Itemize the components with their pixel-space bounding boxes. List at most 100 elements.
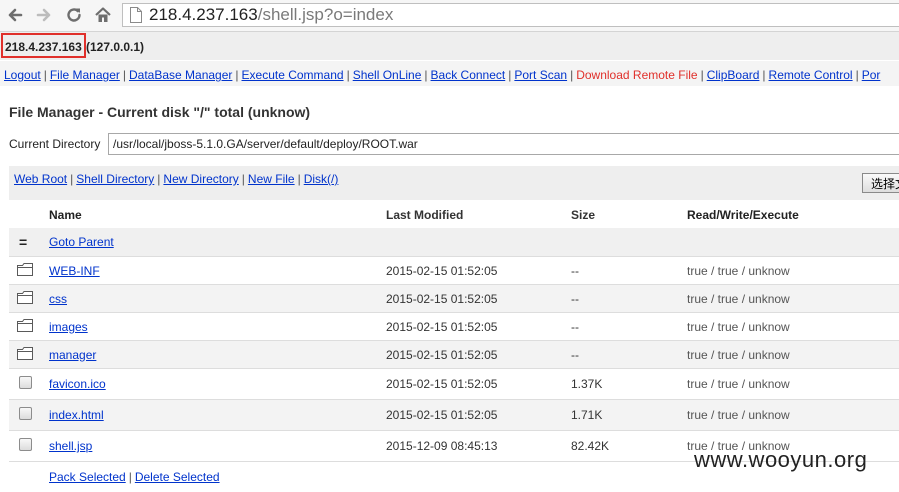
folder-icon [17,318,33,335]
last-modified: 2015-02-15 01:52:05 [386,319,498,334]
dir-name-link[interactable]: images [49,320,88,334]
menu-items: Logout | File Manager | DataBase Manager | Exe… [4,68,880,82]
back-button[interactable] [4,4,26,26]
size: -- [571,263,579,278]
menu-item-database-manager[interactable]: DataBase Manager [129,68,232,82]
url-path: /shell.jsp?o=index [257,5,394,24]
tool-link-disk[interactable]: Disk(/) [304,172,339,186]
menu-separator: | [700,68,704,82]
home-button[interactable] [92,4,114,26]
file-name-link[interactable]: index.html [49,408,104,422]
browser-toolbar: 218.4.237.163/shell.jsp?o=index [0,0,899,32]
size: -- [571,319,579,334]
url-host: 218.4.237.163 [149,5,258,24]
menu-separator: | [235,68,239,82]
select-checkbox[interactable] [19,407,32,423]
page-icon [130,7,142,23]
menu-item-remote-control[interactable]: Remote Control [769,68,853,82]
server-info-bar: 218.4.237.163 (127.0.0.1) [0,32,899,60]
permissions: true / true / unknow [687,319,790,334]
last-modified: 2015-02-15 01:52:05 [386,291,498,306]
last-modified: 2015-12-09 08:45:13 [386,439,498,453]
column-size-header: Size [571,207,596,222]
separator: | [128,470,132,484]
last-modified: 2015-02-15 01:52:05 [386,263,498,278]
menu-item-port-scan[interactable]: Port Scan [514,68,567,82]
local-ip: (127.0.0.1) [86,40,145,54]
goto-parent-row[interactable]: = Goto Parent [9,228,899,257]
permissions: true / true / unknow [687,263,790,278]
menu-separator: | [570,68,574,82]
menu-separator: | [762,68,766,82]
menu-item-shell-online[interactable]: Shell OnLine [353,68,422,82]
tool-link-new-directory[interactable]: New Directory [163,172,238,186]
menu-separator: | [346,68,350,82]
watermark: www.wooyun.org [694,447,868,472]
file-row: favicon.ico 2015-02-15 01:52:05 1.37K true … [9,369,899,400]
menu-item-download-remote-file[interactable]: Download Remote File [576,68,697,82]
current-directory-input[interactable] [108,133,899,155]
tool-link-new-file[interactable]: New File [248,172,295,186]
reload-button[interactable] [63,4,85,26]
home-icon [95,7,111,22]
menu-item-file-manager[interactable]: File Manager [50,68,120,82]
column-name-header: Name [49,207,82,222]
menu-separator: | [508,68,512,82]
arrow-right-icon [36,8,51,22]
select-checkbox[interactable] [19,438,32,454]
address-bar[interactable]: 218.4.237.163/shell.jsp?o=index [122,3,899,27]
arrow-left-icon [8,8,23,22]
menu-item-back-connect[interactable]: Back Connect [431,68,506,82]
tool-links: Web Root | Shell Directory | New Directory | N… [14,172,338,186]
server-ip: 218.4.237.163 [5,40,82,54]
folder-icon [17,262,33,279]
choose-file-button[interactable]: 选择文 [862,173,899,193]
pack-selected-link[interactable]: Pack Selected [49,470,126,484]
folder-icon [17,290,33,307]
permissions: true / true / unknow [687,377,790,391]
dir-name-link[interactable]: css [49,292,67,306]
menu-item-execute-command[interactable]: Execute Command [242,68,344,82]
folder-icon [17,346,33,363]
select-checkbox[interactable] [19,376,32,392]
tool-link-shell-directory[interactable]: Shell Directory [76,172,154,186]
menu-separator: | [424,68,428,82]
column-rwx-header: Read/Write/Execute [687,207,799,222]
directory-row: WEB-INF 2015-02-15 01:52:05 -- true / true … [9,257,899,285]
last-modified: 2015-02-15 01:52:05 [386,347,498,362]
directory-row: css 2015-02-15 01:52:05 -- true / true / un… [9,285,899,313]
size: 1.71K [571,408,603,422]
dir-name-link[interactable]: WEB-INF [49,264,100,278]
menu-item-por[interactable]: Por [862,68,881,82]
size: -- [571,347,579,362]
directory-row: images 2015-02-15 01:52:05 -- true / true /… [9,313,899,341]
main-menu: Logout | File Manager | DataBase Manager | Exe… [0,61,899,86]
file-row: index.html 2015-02-15 01:52:05 1.71K true /… [9,400,899,431]
permissions: true / true / unknow [687,408,790,422]
tool-separator: | [70,172,74,186]
forward-button[interactable] [33,4,55,26]
file-name-link[interactable]: shell.jsp [49,439,92,453]
menu-separator: | [122,68,126,82]
permissions: true / true / unknow [687,291,790,306]
menu-item-logout[interactable]: Logout [4,68,41,82]
directory-row: manager 2015-02-15 01:52:05 -- true / true … [9,341,899,369]
menu-separator: | [855,68,859,82]
last-modified: 2015-02-15 01:52:05 [386,377,498,391]
delete-selected-link[interactable]: Delete Selected [135,470,220,484]
last-modified: 2015-02-15 01:52:05 [386,408,498,422]
file-tool-strip: Web Root | Shell Directory | New Directory | N… [9,166,899,200]
table-header: Name Last Modified Size Read/Write/Execu… [9,201,899,228]
dir-name-link[interactable]: manager [49,348,96,362]
size: -- [571,291,579,306]
reload-icon [67,8,81,22]
file-name-link[interactable]: favicon.ico [49,377,106,391]
goto-parent-link[interactable]: Goto Parent [49,235,114,249]
size: 1.37K [571,377,603,391]
permissions: true / true / unknow [687,347,790,362]
tool-link-web-root[interactable]: Web Root [14,172,67,186]
tool-separator: | [297,172,301,186]
menu-item-clipboard[interactable]: ClipBoard [707,68,760,82]
tool-separator: | [157,172,161,186]
menu-separator: | [43,68,47,82]
